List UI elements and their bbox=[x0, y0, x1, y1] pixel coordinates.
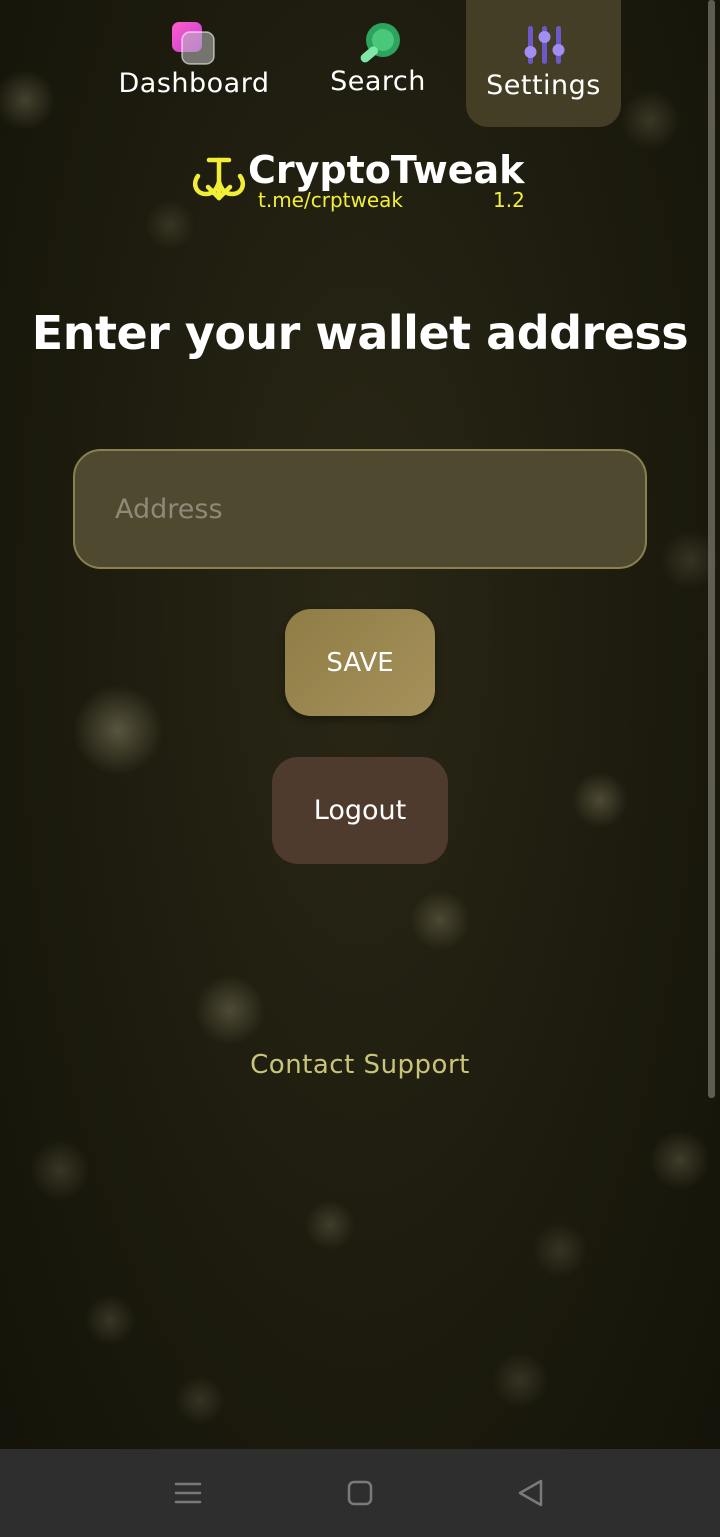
nav-tab-dashboard[interactable]: Dashboard bbox=[108, 0, 280, 110]
brand-logo: CryptoTweak t.me/crptweak 1.2 bbox=[190, 148, 535, 218]
top-nav: Dashboard Search Settings bbox=[0, 0, 720, 130]
system-navigation-bar bbox=[0, 1449, 720, 1537]
page-title: Enter your wallet address bbox=[31, 306, 689, 360]
scrollbar[interactable] bbox=[708, 0, 715, 1098]
brand-version: 1.2 bbox=[493, 188, 525, 212]
menu-icon[interactable] bbox=[168, 1475, 208, 1511]
nav-tab-label: Search bbox=[330, 66, 426, 97]
logout-button[interactable]: Logout bbox=[272, 757, 448, 864]
trident-logo-icon bbox=[193, 157, 245, 201]
home-square-icon[interactable] bbox=[340, 1475, 380, 1511]
brand-title: CryptoTweak bbox=[248, 148, 525, 192]
nav-tab-label: Settings bbox=[486, 70, 601, 101]
contact-support-link[interactable]: Contact Support bbox=[0, 1050, 720, 1080]
save-button[interactable]: SAVE bbox=[285, 609, 435, 716]
nav-tab-settings[interactable]: Settings bbox=[466, 0, 621, 127]
settings-sliders-icon bbox=[524, 26, 565, 64]
nav-tab-search[interactable]: Search bbox=[320, 0, 436, 110]
wallet-address-input[interactable] bbox=[73, 449, 647, 569]
nav-tab-label: Dashboard bbox=[118, 68, 270, 99]
brand-telegram-link[interactable]: t.me/crptweak bbox=[258, 188, 403, 212]
dashboard-icon bbox=[172, 22, 215, 65]
back-triangle-icon[interactable] bbox=[511, 1475, 551, 1511]
search-icon bbox=[360, 23, 400, 63]
